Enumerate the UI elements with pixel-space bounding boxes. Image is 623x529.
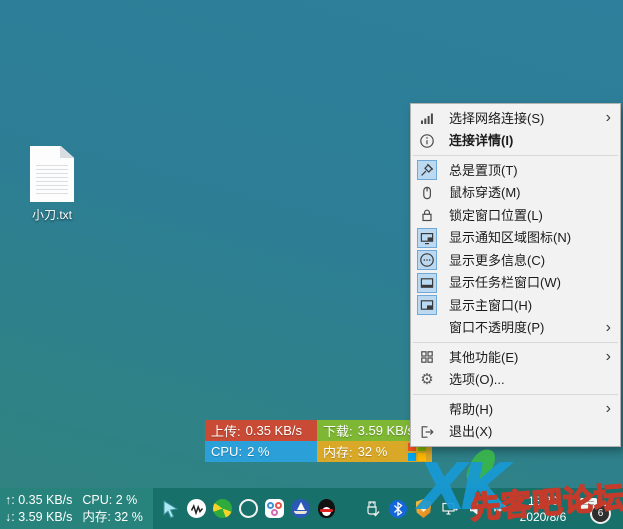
memory-label: 内存: (323, 442, 353, 461)
ellipsis-circle-icon (417, 250, 437, 270)
taskbar-right: 13:30 2020/8/6 6 (509, 493, 623, 525)
menu-item-exit[interactable]: 退出(X) (411, 421, 620, 444)
ship-app-tray-icon[interactable] (290, 498, 311, 519)
menu-item-other-functions[interactable]: 其他功能(E) › (411, 346, 620, 369)
signal-bars-icon (417, 108, 437, 128)
bluetooth-tray-icon[interactable] (387, 498, 408, 519)
empty-icon-spacer (417, 399, 437, 419)
taskbar-download-speed: ↓: 3.59 KB/s (5, 509, 72, 526)
cursor-icon (160, 498, 181, 519)
tray-left (160, 498, 337, 519)
cpu-cell: CPU: 2 % (205, 441, 317, 462)
menu-item-select-network[interactable]: 选择网络连接(S) › (411, 107, 620, 130)
desktop: 小刀.txt 上传: 0.35 KB/s 下载: 3.59 KB/s CPU: … (0, 0, 623, 529)
page-lines (36, 162, 68, 195)
ring-tray-icon[interactable] (238, 498, 259, 519)
usb-tray-icon[interactable] (361, 498, 382, 519)
upload-value: 0.35 KB/s (246, 423, 302, 438)
file-label: 小刀.txt (14, 206, 90, 223)
menu-item-lock-position[interactable]: 锁定窗口位置(L) (411, 204, 620, 227)
desktop-file-xiaodao[interactable]: 小刀.txt (14, 146, 90, 223)
menu-item-always-on-top[interactable]: 总是置顶(T) (411, 159, 620, 182)
download-value: 3.59 KB/s (358, 423, 414, 438)
upload-cell: 上传: 0.35 KB/s (205, 420, 317, 441)
pie-chart-tray-icon[interactable] (212, 498, 233, 519)
exit-icon (417, 422, 437, 442)
taskbar: ↑: 0.35 KB/s ↓: 3.59 KB/s CPU: 2 % 内存: 3… (0, 488, 623, 529)
monitor-icon (417, 228, 437, 248)
page-fold (60, 146, 74, 158)
notification-center-icon[interactable]: 6 (577, 494, 611, 524)
menu-separator (413, 155, 618, 156)
equalizer-tray-icon[interactable] (186, 498, 207, 519)
menu-item-mouse-through[interactable]: 鼠标穿透(M) (411, 182, 620, 205)
submenu-arrow-icon: › (606, 320, 611, 336)
text-file-icon (30, 146, 74, 202)
taskbar-memory: 内存: 32 % (82, 509, 142, 526)
menu-item-show-taskbar-window[interactable]: 显示任务栏窗口(W) (411, 272, 620, 295)
menu-item-help[interactable]: 帮助(H) › (411, 398, 620, 421)
taskbar-stats[interactable]: ↑: 0.35 KB/s ↓: 3.59 KB/s CPU: 2 % 内存: 3… (0, 488, 153, 529)
info-icon (417, 131, 437, 151)
submenu-arrow-icon: › (606, 349, 611, 365)
qq-tray-icon[interactable] (316, 498, 337, 519)
taskbar-upload-speed: ↑: 0.35 KB/s (5, 492, 72, 509)
menu-item-options[interactable]: ⚙ 选项(O)... (411, 369, 620, 392)
context-menu: 选择网络连接(S) › 连接详情(I) 总是置顶(T) 鼠标穿透(M) (410, 103, 621, 447)
taskbar-window-icon (417, 273, 437, 293)
empty-icon-spacer (417, 318, 437, 338)
menu-item-show-main-window[interactable]: 显示主窗口(H) (411, 294, 620, 317)
download-label: 下载: (323, 421, 353, 440)
ime-indicator[interactable]: 中 (491, 499, 509, 519)
upload-label: 上传: (211, 421, 241, 440)
speaker-tray-icon[interactable] (465, 498, 486, 519)
clock-date: 2020/8/6 (509, 509, 577, 525)
monitor-widget[interactable]: 上传: 0.35 KB/s 下载: 3.59 KB/s CPU: 2 % 内存:… (205, 420, 432, 462)
menu-item-connection-details[interactable]: 连接详情(I) (411, 130, 620, 153)
tray-right: 中 (361, 498, 509, 519)
lock-icon (417, 205, 437, 225)
menu-separator (413, 394, 618, 395)
menu-item-show-more-info[interactable]: 显示更多信息(C) (411, 249, 620, 272)
menu-item-window-opacity[interactable]: 窗口不透明度(P) › (411, 317, 620, 340)
clock-time: 13:30 (509, 493, 577, 509)
submenu-arrow-icon: › (606, 401, 611, 417)
cpu-value: 2 % (247, 444, 269, 459)
mouse-icon (417, 183, 437, 203)
menu-item-show-tray-icon[interactable]: 显示通知区域图标(N) (411, 227, 620, 250)
cpu-label: CPU: (211, 444, 242, 459)
cloud-app-tray-icon[interactable] (264, 498, 285, 519)
grid-icon (417, 347, 437, 367)
notification-badge: 6 (590, 503, 611, 524)
security-shield-tray-icon[interactable] (413, 498, 434, 519)
menu-separator (413, 342, 618, 343)
watermark-swoosh (464, 445, 499, 488)
pin-icon (417, 160, 437, 180)
main-window-icon (417, 295, 437, 315)
memory-value: 32 % (358, 444, 388, 459)
network-monitor-tray-icon[interactable] (439, 498, 460, 519)
gear-icon: ⚙ (417, 370, 437, 390)
submenu-arrow-icon: › (606, 110, 611, 126)
taskbar-cpu: CPU: 2 % (82, 492, 142, 509)
taskbar-clock[interactable]: 13:30 2020/8/6 (509, 493, 577, 525)
